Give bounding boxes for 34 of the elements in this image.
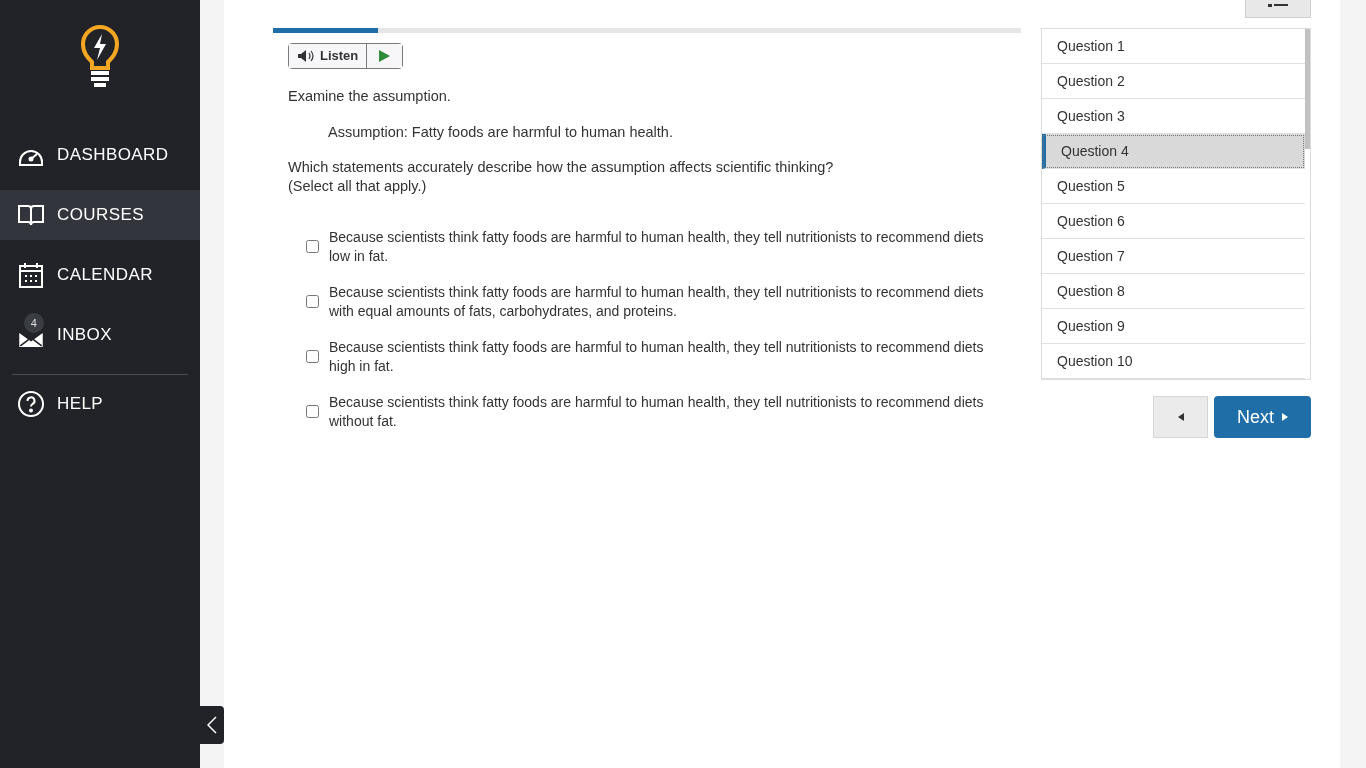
nav-item[interactable]: CALENDAR	[0, 250, 200, 300]
envelope-icon	[17, 332, 45, 348]
lightbulb-logo	[80, 24, 120, 88]
option-checkbox[interactable]	[306, 405, 319, 418]
option-text: Because scientists think fatty foods are harmful to human health, they tell nutritionists to recommend diets with equal amounts of fats, carbohydrates, and proteins.	[329, 282, 985, 321]
play-icon	[379, 50, 391, 62]
nav-item[interactable]: HELP	[0, 379, 200, 429]
nav-item[interactable]: DASHBOARD	[0, 130, 200, 180]
question-prompt: Which statements accurately describe how the assumption affects scientific thinking?	[288, 157, 835, 177]
speaker-icon	[297, 49, 315, 63]
help-icon	[17, 390, 45, 418]
next-button[interactable]: Next	[1214, 396, 1311, 438]
chevron-left-icon	[207, 716, 217, 734]
play-button[interactable]	[367, 44, 402, 68]
collapse-button[interactable]	[200, 706, 224, 744]
caret-left-icon	[1177, 413, 1184, 421]
nav-item[interactable]: 4 INBOX	[0, 310, 200, 360]
listen-button[interactable]: Listen	[289, 44, 368, 68]
intro-text: Examine the assumption.	[288, 87, 452, 106]
option-checkbox[interactable]	[306, 295, 319, 308]
option-text: Because scientists think fatty foods are harmful to human health, they tell nutritionists to recommend diets low in fat.	[329, 227, 985, 266]
option-text: Because scientists think fatty foods are harmful to human health, they tell nutritionists to recommend diets without fat.	[329, 392, 985, 431]
unread-badge: 4	[24, 313, 44, 333]
question-list-button[interactable]	[1245, 0, 1311, 18]
question-list-item[interactable]: Question 4	[1042, 134, 1305, 169]
question-hint: (Select all that apply.)	[288, 176, 428, 196]
option-checkbox[interactable]	[306, 350, 319, 363]
nav-item[interactable]: COURSES	[0, 190, 200, 240]
option-text: Because scientists think fatty foods are harmful to human health, they tell nutritionists to recommend diets high in fat.	[329, 337, 985, 376]
calendar-icon	[17, 261, 45, 289]
caret-right-icon	[1282, 413, 1288, 421]
list-icon	[1268, 4, 1288, 7]
option-checkbox[interactable]	[306, 240, 319, 253]
assumption-text: Assumption: Fatty foods are harmful to human health.	[327, 122, 674, 142]
